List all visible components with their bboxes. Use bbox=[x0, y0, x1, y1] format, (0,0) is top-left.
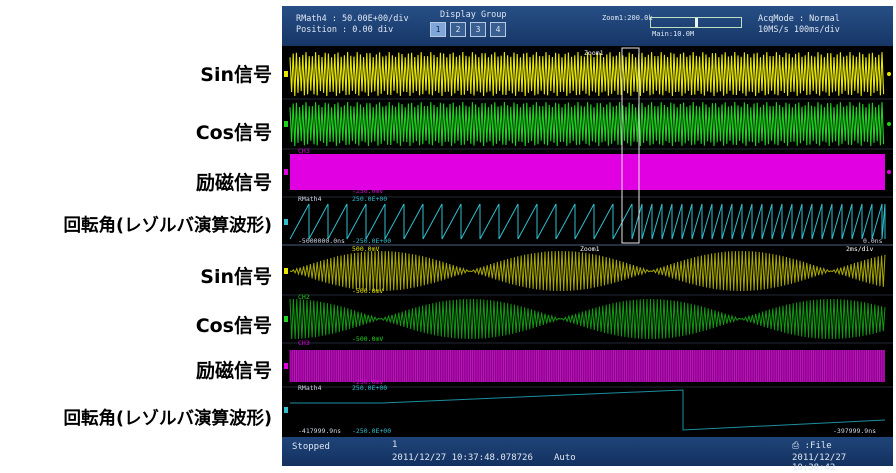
zoom-top-level: 500.0mV bbox=[352, 245, 379, 253]
main-record-text: Main:10.0M bbox=[652, 30, 695, 38]
ch2-zoom-neg-level: -500.0mV bbox=[352, 335, 383, 343]
printer-icon: ⎙ bbox=[792, 441, 800, 451]
rmath-tag: RMath4 bbox=[298, 195, 322, 203]
trace-scale-text: RMath4 : 50.00E+00/div bbox=[296, 14, 409, 24]
time-right-zoom: -397999.9ns bbox=[833, 427, 876, 435]
label-resolver-angle-main: 回転角(レゾルバ演算波形) bbox=[63, 216, 273, 236]
rmath-zoom-tag: RMath4 bbox=[298, 384, 322, 392]
zoom-position-marker[interactable] bbox=[695, 18, 698, 27]
zoom-window-marker: Zoom1 bbox=[580, 245, 600, 253]
math-main-waveform bbox=[289, 203, 886, 240]
save-target-label: File bbox=[810, 441, 832, 451]
label-cos-main: Cos信号 bbox=[195, 122, 272, 144]
position-text: Position : 0.00 div bbox=[296, 25, 394, 35]
sample-rate-text: 10MS/s 100ms/div bbox=[758, 25, 840, 35]
acquisition-status: Stopped bbox=[292, 442, 330, 452]
zoom-ratio-text: Zoom1:200.0k bbox=[602, 14, 653, 22]
channel-ground-marker-6 bbox=[284, 363, 288, 369]
rmath-zoom-top-level: 250.0E+00 bbox=[352, 384, 387, 392]
display-group-buttons: 1 2 3 4 bbox=[430, 22, 506, 37]
rmath-top-level: 250.0E+00 bbox=[352, 195, 387, 203]
label-sin-main: Sin信号 bbox=[200, 64, 272, 86]
time-left-zoom: -417999.9ns bbox=[298, 427, 341, 435]
label-sin-zoom: Sin信号 bbox=[200, 266, 272, 288]
save-target[interactable]: ⎙ :File bbox=[792, 441, 832, 451]
trigger-timestamp: 2011/12/27 10:37:48.078726 bbox=[392, 453, 533, 463]
channel-ground-marker-3 bbox=[284, 219, 288, 225]
ch2-zoom-waveform bbox=[289, 298, 886, 340]
ch2-main-waveform bbox=[289, 101, 885, 147]
ch3-tag: CH3 bbox=[298, 147, 310, 155]
ch2-zoom-tag: CH2 bbox=[298, 293, 310, 301]
waveform-area: Zoom1 CH3 -250.0mV RMath4 250.0E+00 -250… bbox=[282, 47, 893, 435]
ch1-main-waveform bbox=[289, 51, 885, 97]
display-group-button-3[interactable]: 3 bbox=[470, 22, 486, 37]
display-group-button-2[interactable]: 2 bbox=[450, 22, 466, 37]
channel-ground-marker-2 bbox=[284, 169, 288, 175]
display-group-button-4[interactable]: 4 bbox=[490, 22, 506, 37]
channel-ground-marker-4 bbox=[284, 268, 288, 274]
time-left-main: -5000000.0ns bbox=[298, 237, 345, 245]
oscilloscope-screen: RMath4 : 50.00E+00/div Position : 0.00 d… bbox=[282, 6, 893, 473]
scope-status-bar: Stopped 1 2011/12/27 10:37:48.078726 Aut… bbox=[282, 437, 893, 473]
ch3-zoom-tag: CH3 bbox=[298, 339, 310, 347]
ch1-zoom-neg-level: -500.0mV bbox=[352, 287, 383, 295]
zoom-time-scale: 2ms/div bbox=[846, 245, 873, 253]
label-excitation-main: 励磁信号 bbox=[195, 172, 272, 194]
channel-ground-marker-7 bbox=[284, 407, 288, 413]
channel-ground-marker-1 bbox=[284, 121, 288, 127]
channel-right-dot-2 bbox=[887, 170, 891, 174]
ch3-neg-level: -250.0mV bbox=[352, 187, 383, 195]
label-cos-zoom: Cos信号 bbox=[195, 315, 272, 337]
record-number: 1 bbox=[392, 440, 398, 450]
time-right-main: 0.0ns bbox=[863, 237, 883, 245]
zoom-position-bar[interactable] bbox=[650, 17, 742, 28]
clock: 2011/12/27 10:38:42 bbox=[792, 453, 847, 473]
trigger-mode: Auto bbox=[554, 453, 576, 463]
channel-ground-marker-5 bbox=[284, 316, 288, 322]
display-group-button-1[interactable]: 1 bbox=[430, 22, 446, 37]
label-resolver-angle-zoom: 回転角(レゾルバ演算波形) bbox=[63, 409, 273, 429]
channel-right-dot-1 bbox=[887, 122, 891, 126]
channel-right-dot-0 bbox=[887, 72, 891, 76]
rmath-neg-level: -250.0E+00 bbox=[352, 237, 391, 245]
math-zoom-waveform bbox=[290, 389, 886, 431]
scope-header-bar: RMath4 : 50.00E+00/div Position : 0.00 d… bbox=[282, 6, 893, 46]
label-excitation-zoom: 励磁信号 bbox=[195, 360, 272, 382]
rmath-zoom-neg-level: -250.0E+00 bbox=[352, 427, 391, 435]
zoom1-marker-main: Zoom1 bbox=[584, 49, 604, 57]
ch3-main-waveform bbox=[290, 154, 885, 190]
ch1-zoom-waveform bbox=[289, 250, 886, 292]
channel-ground-marker-0 bbox=[284, 71, 288, 77]
acq-mode-text: AcqMode : Normal bbox=[758, 14, 840, 24]
display-group-label: Display Group bbox=[440, 10, 507, 20]
